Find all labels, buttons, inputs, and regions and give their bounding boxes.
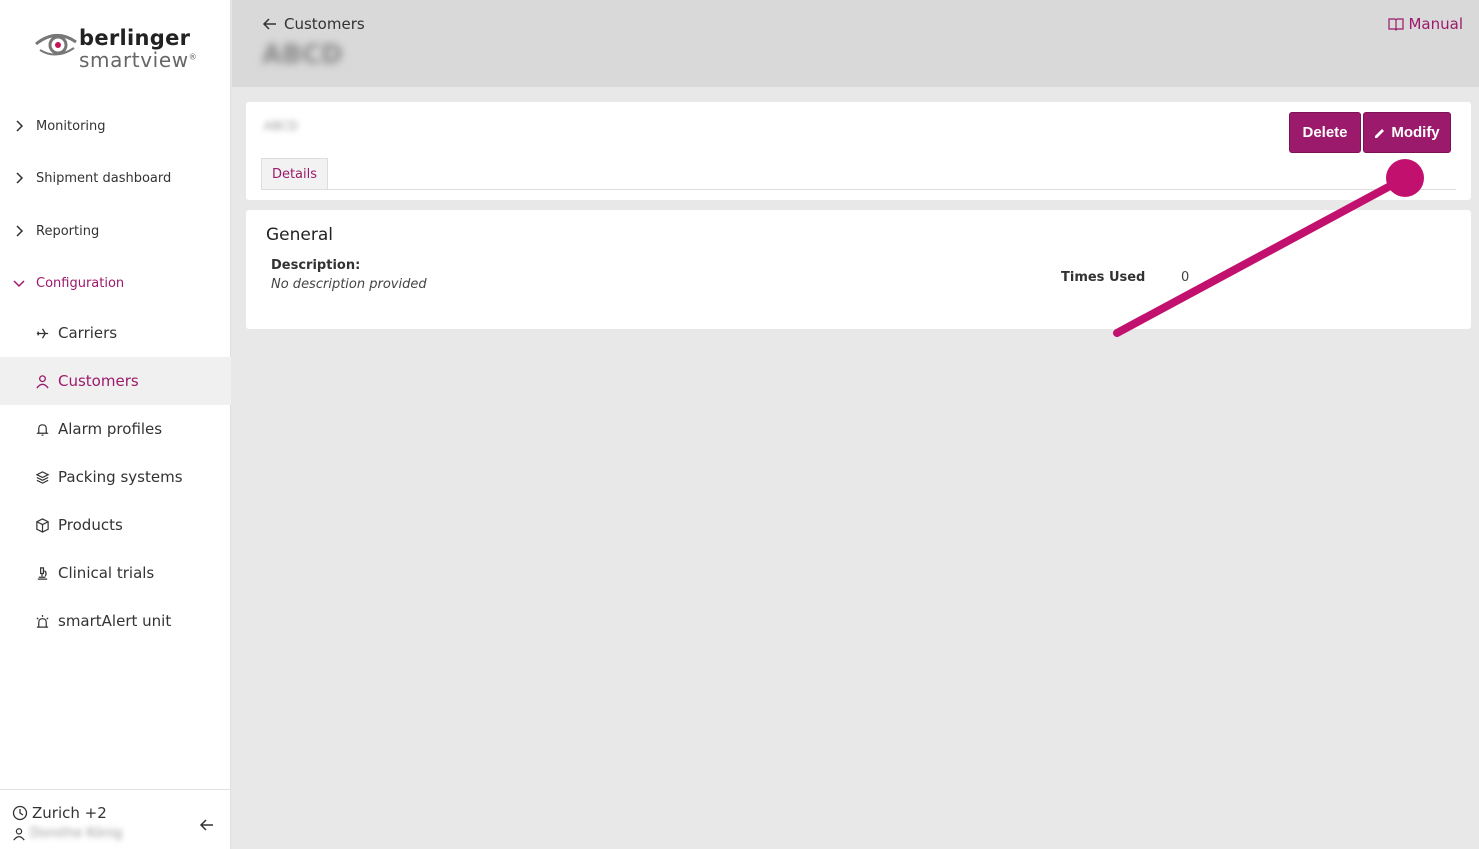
description-value: No description provided: [271, 277, 427, 292]
sidebar-item-packing-systems[interactable]: Packing systems: [0, 453, 231, 501]
chevron-right-icon: [16, 225, 24, 237]
nav-group-configuration[interactable]: Configuration: [0, 268, 231, 298]
user-name: Dorothe König: [30, 826, 123, 841]
book-icon: [1388, 18, 1405, 31]
tab-details[interactable]: Details: [261, 158, 328, 190]
nav-group-label: Configuration: [36, 275, 125, 291]
chevron-down-icon: [13, 280, 25, 288]
sidebar-item-smartalert-unit[interactable]: smartAlert unit: [0, 597, 231, 645]
pencil-icon: [1375, 128, 1385, 138]
box-icon: [34, 517, 50, 533]
collapse-sidebar-button[interactable]: [196, 814, 218, 836]
timezone-label: Zurich +2: [32, 804, 107, 822]
sidebar-footer: Zurich +2 Dorothe König: [0, 789, 231, 849]
customer-subtitle: ABCD: [264, 119, 298, 133]
arrow-left-icon: [262, 18, 276, 30]
page-header: Customers ABCD Manual: [232, 0, 1479, 87]
layers-icon: [34, 469, 50, 485]
sidebar-item-customers[interactable]: Customers: [0, 357, 231, 405]
timezone-indicator[interactable]: Zurich +2: [12, 804, 107, 822]
logo-text-berlinger: berlinger: [79, 26, 191, 50]
nav-group-label: Monitoring: [36, 118, 106, 134]
sidebar-item-label: Carriers: [58, 324, 118, 342]
tab-divider: [261, 189, 1456, 190]
sidebar-item-carriers[interactable]: Carriers: [0, 309, 231, 357]
description-label: Description:: [271, 258, 361, 273]
siren-icon: [34, 613, 50, 629]
general-title: General: [266, 225, 333, 245]
nav-group-shipment-dashboard[interactable]: Shipment dashboard: [0, 163, 231, 193]
sidebar-item-label: Clinical trials: [58, 564, 155, 582]
nav-group-reporting[interactable]: Reporting: [0, 216, 231, 246]
nav-group-monitoring[interactable]: Monitoring: [0, 111, 231, 141]
microscope-icon: [34, 565, 50, 581]
person-icon: [34, 373, 50, 389]
berlinger-logo[interactable]: berlinger smartview®: [34, 26, 204, 76]
times-used-label: Times Used: [1061, 270, 1146, 285]
user-menu[interactable]: Dorothe König: [12, 826, 122, 841]
clock-icon: [12, 805, 28, 821]
chevron-right-icon: [16, 172, 24, 184]
back-link-label: Customers: [284, 15, 365, 33]
sidebar-item-label: Alarm profiles: [58, 420, 163, 438]
sidebar-item-label: Packing systems: [58, 468, 183, 486]
delete-button[interactable]: Delete: [1289, 112, 1361, 153]
person-icon: [13, 827, 25, 841]
sidebar-item-alarm-profiles[interactable]: Alarm profiles: [0, 405, 231, 453]
page-title: ABCD: [262, 40, 343, 70]
manual-label: Manual: [1408, 15, 1463, 33]
chevron-right-icon: [16, 120, 24, 132]
sidebar-item-clinical-trials[interactable]: Clinical trials: [0, 549, 231, 597]
bell-icon: [34, 421, 50, 437]
general-card: General Description: No description prov…: [246, 210, 1471, 329]
times-used-value: 0: [1181, 270, 1190, 285]
sidebar-item-products[interactable]: Products: [0, 501, 231, 549]
airplane-icon: [34, 325, 50, 341]
manual-link[interactable]: Manual: [1388, 15, 1463, 33]
nav-group-label: Shipment dashboard: [36, 170, 172, 186]
sidebar-item-label: Customers: [58, 372, 139, 390]
logo-text-smartview: smartview®: [79, 48, 198, 72]
sidebar-item-label: Products: [58, 516, 123, 534]
nav-group-label: Reporting: [36, 223, 100, 239]
modify-label: Modify: [1391, 124, 1440, 141]
modify-button[interactable]: Modify: [1363, 112, 1451, 153]
sidebar-item-label: smartAlert unit: [58, 612, 172, 630]
sidebar: berlinger smartview® Monitoring Shipment…: [0, 0, 231, 849]
customer-detail-card: ABCD Delete Modify Details: [246, 102, 1471, 200]
back-to-customers-link[interactable]: Customers: [262, 15, 365, 33]
eye-logo-icon: [35, 34, 77, 56]
arrow-left-icon: [199, 819, 213, 831]
